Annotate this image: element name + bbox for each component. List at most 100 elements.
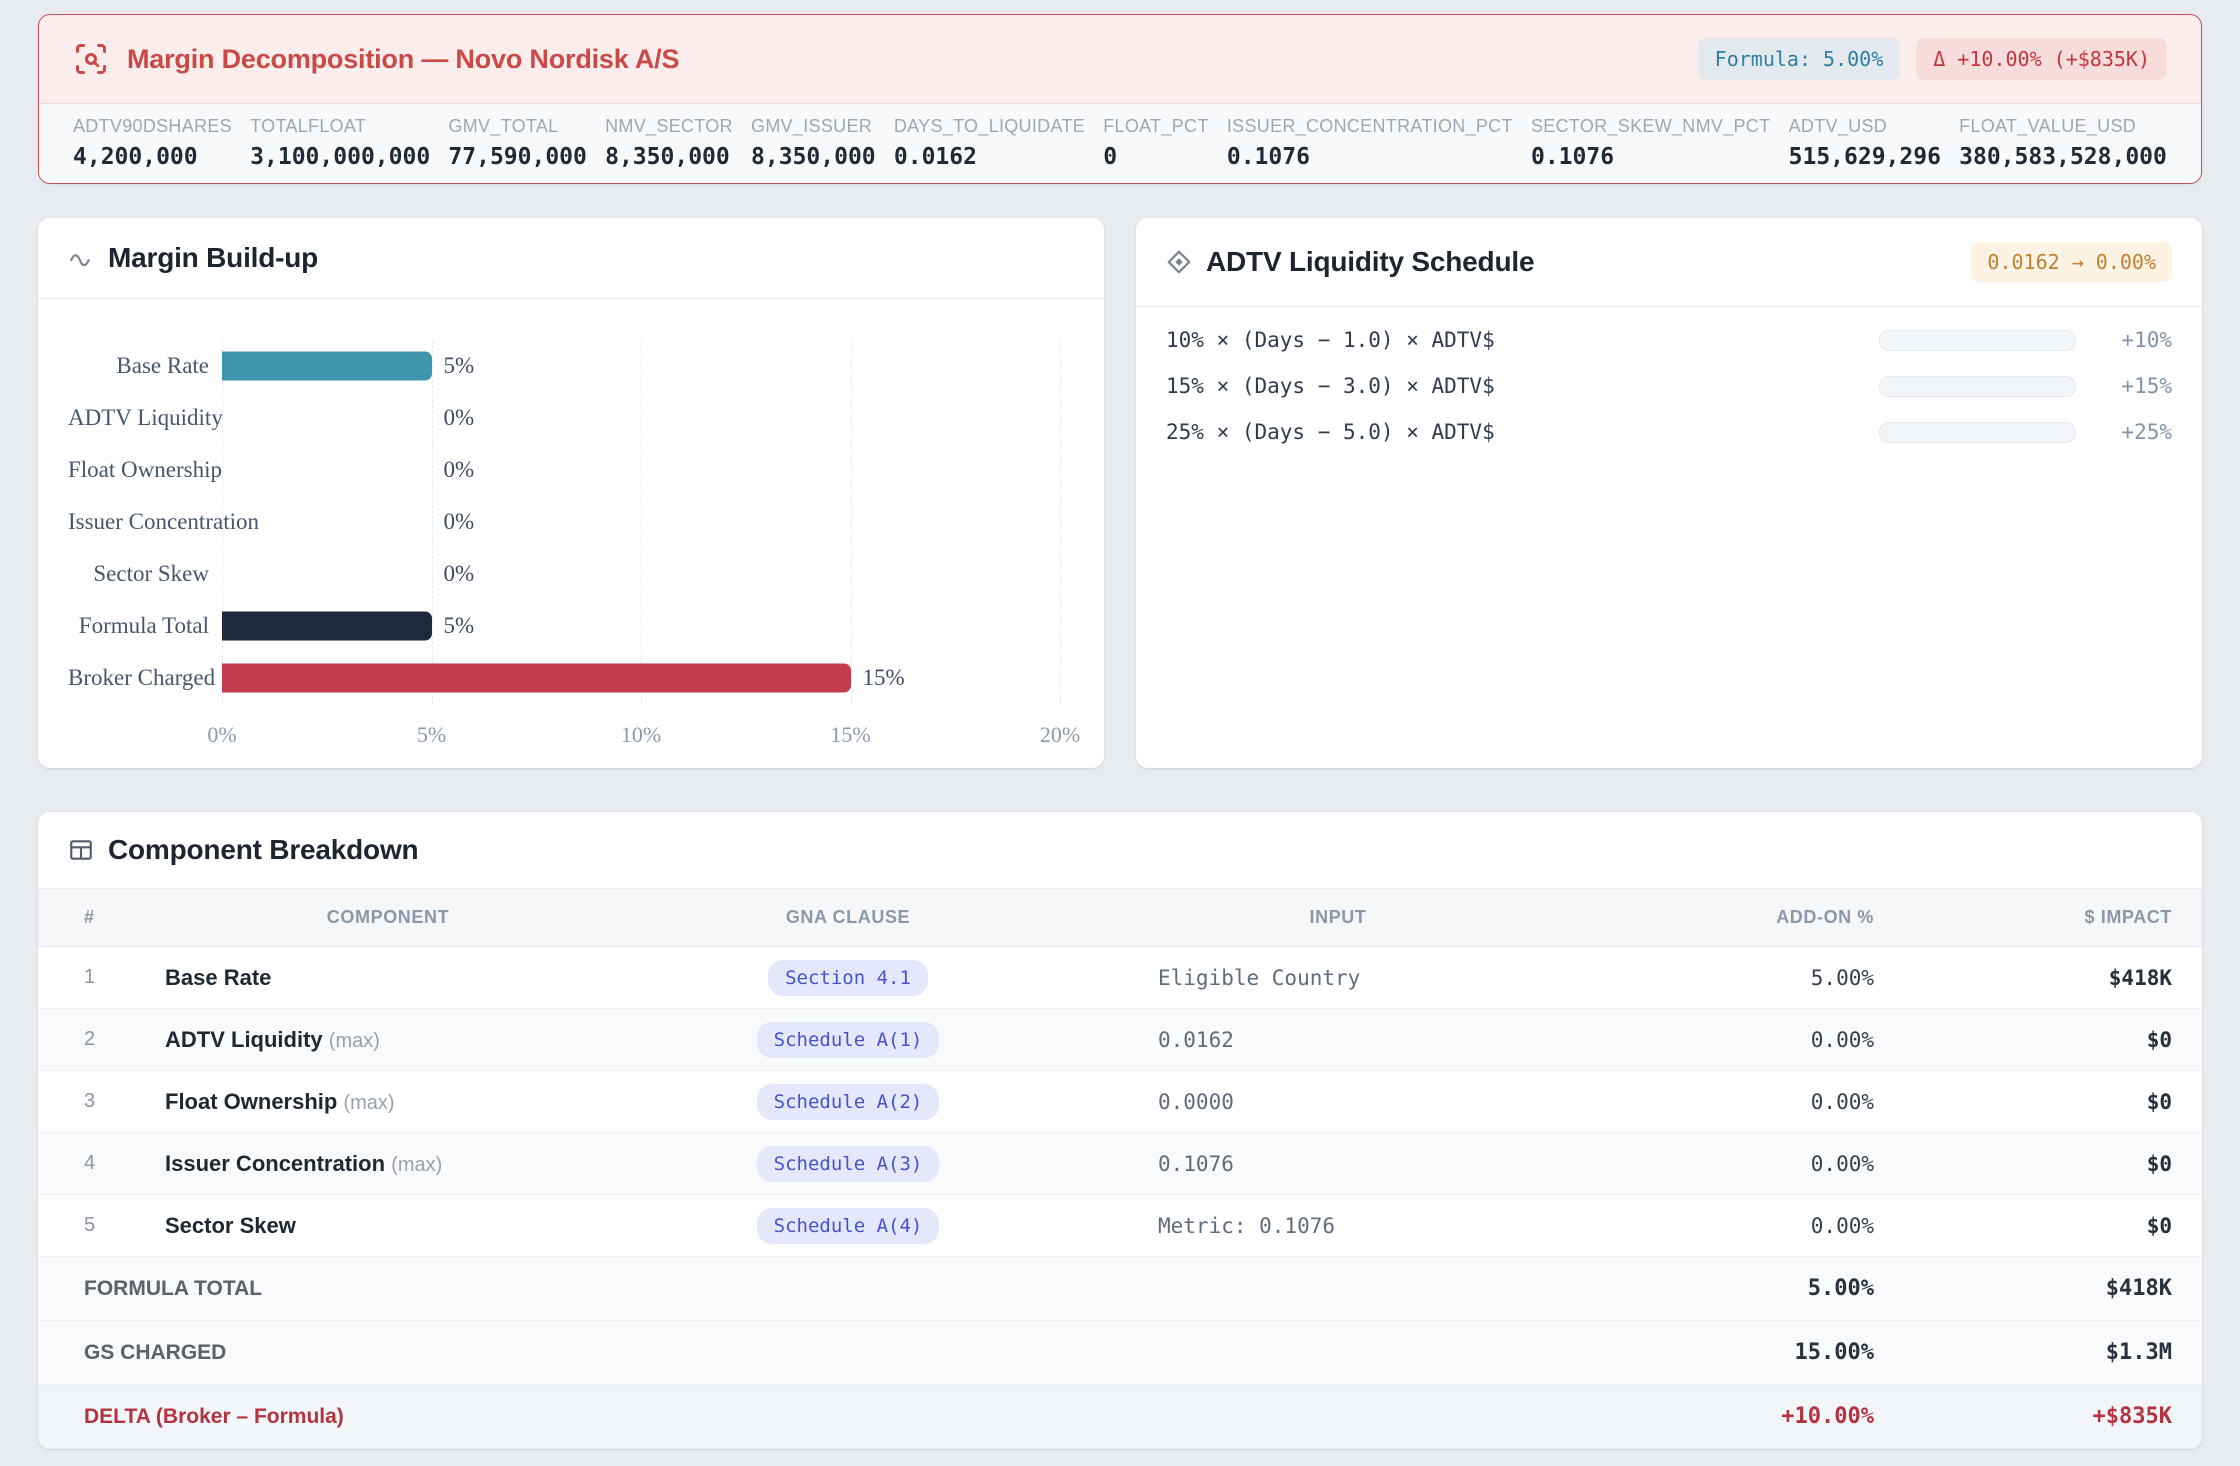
chart-plot-area: 15%	[222, 652, 1060, 704]
header-badges: Formula: 5.00% Δ +10.00% (+$835K)	[1698, 38, 2167, 80]
column-header-impact: $ IMPACT	[1898, 889, 2202, 947]
cell-impact: $0	[1898, 1195, 2202, 1257]
chart-plot-area: 0%	[222, 444, 1060, 496]
metric-item: NMV_SECTOR8,350,000	[605, 116, 733, 183]
margin-decomposition-header-card: Margin Decomposition — Novo Nordisk A/S …	[38, 14, 2202, 184]
chart-plot-area: 5%	[222, 340, 1060, 392]
chart-x-axis: 0%5%10%15%20%	[222, 722, 1060, 752]
x-axis-tick-label: 20%	[1040, 722, 1080, 748]
cell-component: Issuer Concentration (max)	[138, 1133, 638, 1195]
cell-impact: $0	[1898, 1071, 2202, 1133]
metric-label: SECTOR_SKEW_NMV_PCT	[1531, 116, 1770, 137]
metrics-strip: ADTV90DSHARES4,200,000TOTALFLOAT3,100,00…	[39, 103, 2201, 183]
column-header-gna-clause: GNA CLAUSE	[638, 889, 1058, 947]
cell-addon: 0.00%	[1618, 1195, 1898, 1257]
clause-badge: Schedule A(4)	[757, 1208, 940, 1244]
scan-search-icon	[73, 41, 109, 77]
chart-category-label: Float Ownership	[68, 457, 222, 483]
gs-charged-label: GS CHARGED	[38, 1321, 1618, 1385]
schedule-addon-value: +10%	[2076, 328, 2172, 352]
cell-component: Base Rate	[138, 947, 638, 1009]
chart-bar	[222, 612, 432, 641]
diamond-icon	[1166, 249, 1192, 275]
margin-buildup-title: Margin Build-up	[108, 242, 1074, 274]
cell-input: 0.0000	[1058, 1071, 1618, 1133]
metric-item: ISSUER_CONCENTRATION_PCT0.1076	[1227, 116, 1513, 183]
adtv-schedule-panel: ADTV Liquidity Schedule 0.0162 → 0.00% 1…	[1136, 218, 2202, 768]
metric-value: 515,629,296	[1789, 144, 1941, 170]
metric-label: FLOAT_VALUE_USD	[1959, 116, 2167, 137]
cell-component: ADTV Liquidity (max)	[138, 1009, 638, 1071]
margin-buildup-panel: Margin Build-up Base Rate5%ADTV Liquidit…	[38, 218, 1104, 768]
chart-bar-row: Sector Skew0%	[68, 548, 1074, 600]
header-title-row: Margin Decomposition — Novo Nordisk A/S …	[39, 15, 2201, 103]
chart-value-label: 5%	[444, 353, 475, 379]
wave-icon	[68, 245, 94, 271]
metric-item: GMV_ISSUER8,350,000	[751, 116, 876, 183]
schedule-row: 25% × (Days − 5.0) × ADTV$ +25%	[1166, 409, 2172, 455]
cell-input: Metric: 0.1076	[1058, 1195, 1618, 1257]
table-row: 5Sector SkewSchedule A(4)Metric: 0.10760…	[38, 1195, 2202, 1257]
schedule-progress-track	[1879, 422, 2076, 443]
formula-rate-badge: Formula: 5.00%	[1698, 38, 1901, 80]
adtv-threshold-badge: 0.0162 → 0.00%	[1971, 242, 2172, 282]
chart-bar-row: Broker Charged15%	[68, 652, 1074, 704]
cell-addon: 0.00%	[1618, 1009, 1898, 1071]
cell-impact: $0	[1898, 1133, 2202, 1195]
schedule-progress-track	[1879, 376, 2076, 397]
chart-bar-row: Issuer Concentration 0%	[68, 496, 1074, 548]
delta-addon: +10.00%	[1618, 1385, 1898, 1449]
schedule-row: 15% × (Days − 3.0) × ADTV$+15%	[1166, 363, 2172, 409]
chart-bar-row: Float Ownership 0%	[68, 444, 1074, 496]
cell-gna-clause: Schedule A(3)	[638, 1133, 1058, 1195]
cell-input: 0.1076	[1058, 1133, 1618, 1195]
chart-bar	[222, 664, 851, 693]
table-row: 2ADTV Liquidity (max)Schedule A(1)0.0162…	[38, 1009, 2202, 1071]
formula-total-addon: 5.00%	[1618, 1257, 1898, 1321]
metric-label: ADTV_USD	[1789, 116, 1941, 137]
chart-plot-area: 0%	[222, 548, 1060, 600]
metric-value: 3,100,000,000	[250, 144, 430, 170]
component-breakdown-table: # COMPONENT GNA CLAUSE INPUT ADD-ON % $ …	[38, 888, 2202, 1449]
x-axis-tick-label: 0%	[207, 722, 236, 748]
metric-label: DAYS_TO_LIQUIDATE	[894, 116, 1085, 137]
formula-total-label: FORMULA TOTAL	[38, 1257, 1618, 1321]
schedule-addon-value: +15%	[2076, 374, 2172, 398]
cell-gna-clause: Schedule A(4)	[638, 1195, 1058, 1257]
delta-label: DELTA (Broker – Formula)	[38, 1385, 1618, 1449]
chart-value-label: 0%	[444, 509, 475, 535]
chart-category-label: Broker Charged	[68, 665, 222, 691]
delta-badge: Δ +10.00% (+$835K)	[1916, 38, 2167, 80]
schedule-formula: 25% × (Days − 5.0) × ADTV$	[1166, 420, 1879, 444]
table-header: # COMPONENT GNA CLAUSE INPUT ADD-ON % $ …	[38, 889, 2202, 947]
metric-label: FLOAT_PCT	[1103, 116, 1208, 137]
component-breakdown-header: Component Breakdown	[38, 812, 2202, 888]
margin-buildup-header: Margin Build-up	[38, 218, 1104, 299]
chart-value-label: 0%	[444, 457, 475, 483]
adtv-schedule-header: ADTV Liquidity Schedule 0.0162 → 0.00%	[1136, 218, 2202, 307]
row-gs-charged: GS CHARGED 15.00% $1.3M	[38, 1321, 2202, 1385]
cell-gna-clause: Schedule A(1)	[638, 1009, 1058, 1071]
chart-category-label: Issuer Concentration	[68, 509, 222, 535]
metric-value: 0	[1103, 144, 1208, 170]
schedule-addon-value: +25%	[2076, 420, 2172, 444]
table-row: 4Issuer Concentration (max)Schedule A(3)…	[38, 1133, 2202, 1195]
chart-plot-area: 0%	[222, 496, 1060, 548]
cell-input: 0.0162	[1058, 1009, 1618, 1071]
metric-value: 4,200,000	[73, 144, 232, 170]
chart-bar-row: Base Rate 5%	[68, 340, 1074, 392]
schedule-formula: 10% × (Days − 1.0) × ADTV$	[1166, 328, 1879, 352]
cell-row-number: 4	[38, 1133, 138, 1195]
x-axis-tick-label: 15%	[830, 722, 870, 748]
chart-rows: Base Rate5%ADTV Liquidity0%Float Ownersh…	[68, 340, 1074, 704]
chart-category-label: Base Rate	[68, 353, 222, 379]
metric-value: 0.1076	[1531, 144, 1770, 170]
chart-value-label: 5%	[444, 613, 475, 639]
gs-charged-impact: $1.3M	[1898, 1321, 2202, 1385]
metric-value: 8,350,000	[751, 144, 876, 170]
table-icon	[68, 837, 94, 863]
cell-addon: 5.00%	[1618, 947, 1898, 1009]
cell-row-number: 2	[38, 1009, 138, 1071]
column-header-addon: ADD-ON %	[1618, 889, 1898, 947]
page-title: Margin Decomposition — Novo Nordisk A/S	[127, 44, 1680, 75]
